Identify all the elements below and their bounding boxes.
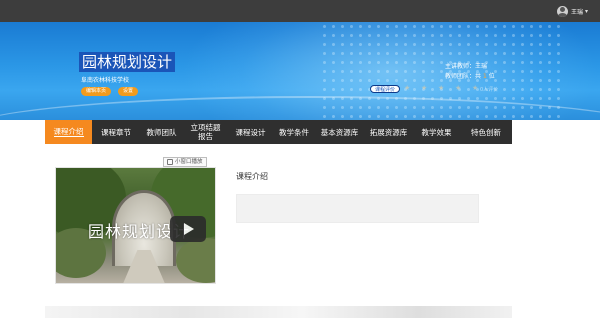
nav-label: 课程章节: [101, 127, 131, 137]
nav-label: 基本资源库: [320, 127, 359, 137]
evaluation-count: 0人评价: [480, 87, 499, 93]
settings-button[interactable]: 设置: [118, 87, 139, 96]
user-menu[interactable]: 王瑞 ▾: [556, 5, 588, 17]
team-unit: 位: [488, 73, 495, 80]
evaluate-button[interactable]: 课程评价: [370, 85, 401, 93]
nav-chapters[interactable]: 课程章节: [92, 120, 140, 144]
course-nav: 课程介绍 课程章节 教师团队 立项结题报告 课程设计 教学条件 基本资源库 拓展…: [45, 120, 512, 144]
team-label: 教师团队：共: [445, 73, 482, 80]
course-title: 园林规划设计: [79, 52, 176, 72]
star-icon: ★: [421, 84, 428, 92]
nav-label: 课程设计: [235, 127, 266, 137]
team-count[interactable]: 1: [483, 73, 487, 80]
mini-window-icon: [167, 159, 173, 165]
mini-window-toggle[interactable]: 小窗口播放: [163, 157, 207, 167]
nav-teaching-effect[interactable]: 教学效果: [413, 120, 460, 144]
course-banner: 园林规划设计 阜南农林科技学校 编辑本页 设置 主讲教师：王瑞 教师团队：共 1…: [0, 22, 600, 120]
edit-page-button[interactable]: 编辑本页: [81, 87, 112, 96]
play-icon[interactable]: [170, 216, 206, 242]
nav-course-intro[interactable]: 课程介绍: [45, 120, 92, 144]
intro-content: [236, 194, 479, 223]
nav-label: 立项结题报告: [190, 123, 221, 141]
mini-window-label: 小窗口播放: [175, 159, 203, 165]
nav-label: 拓展资源库: [369, 127, 408, 137]
nav-label: 特色创新: [471, 127, 501, 137]
intro-title: 课程介绍: [236, 172, 268, 181]
bottom-banner-strip: [45, 306, 512, 318]
nav-project-report[interactable]: 立项结题报告: [183, 120, 228, 144]
star-icon: ★: [438, 84, 445, 92]
user-avatar-icon: [556, 5, 568, 17]
top-bar: 王瑞 ▾: [0, 0, 600, 22]
nav-extended-resources[interactable]: 拓展资源库: [364, 120, 413, 144]
video-tree: [176, 238, 215, 283]
school-name: 阜南农林科技学校: [81, 77, 130, 84]
star-icon: ★: [404, 84, 411, 92]
nav-label: 教师团队: [146, 127, 177, 137]
nav-teacher-team[interactable]: 教师团队: [140, 120, 183, 144]
nav-label: 教学效果: [421, 127, 452, 137]
nav-label: 课程介绍: [53, 127, 84, 137]
teacher-info: 主讲教师：王瑞: [445, 61, 487, 70]
nav-basic-resources[interactable]: 基本资源库: [315, 120, 364, 144]
rating-stars: ★ ★ ★ ★ ★: [404, 85, 486, 92]
nav-label: 教学条件: [279, 127, 309, 137]
teacher-label: 主讲教师：王瑞: [445, 63, 488, 70]
course-video-player[interactable]: 园林规划设计: [55, 167, 216, 284]
username: 王瑞: [570, 8, 583, 16]
nav-course-design[interactable]: 课程设计: [228, 120, 273, 144]
nav-teaching-conditions[interactable]: 教学条件: [273, 120, 315, 144]
team-info: 教师团队：共 1 位: [445, 71, 495, 80]
star-icon: ★: [455, 84, 462, 92]
chevron-down-icon: ▾: [584, 7, 588, 15]
nav-features[interactable]: 特色创新: [460, 120, 512, 144]
